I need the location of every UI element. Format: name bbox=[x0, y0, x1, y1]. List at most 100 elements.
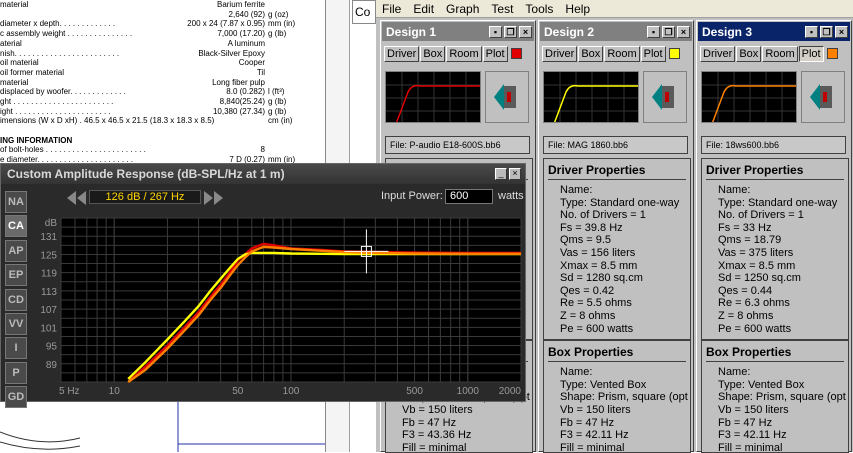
box-property: F3 = 43.36 Hz bbox=[402, 429, 472, 442]
x-tick-label: 100 bbox=[283, 386, 300, 397]
x-tick-label: 500 bbox=[406, 386, 423, 397]
speaker-thumbnail[interactable] bbox=[801, 71, 845, 123]
design-title-bar[interactable]: Design 3 ▪ ❐ × bbox=[698, 22, 850, 41]
thumb-curve bbox=[553, 84, 638, 122]
box-property: Fb = 47 Hz bbox=[560, 416, 615, 429]
plot-color-swatch[interactable] bbox=[668, 48, 680, 59]
speaker-port-icon bbox=[823, 92, 827, 102]
x-tick-label: 5 Hz bbox=[59, 386, 80, 397]
fragment-label: Co bbox=[355, 5, 371, 19]
box-property: F3 = 42.11 Hz bbox=[560, 429, 629, 442]
tab-plot[interactable]: Plot bbox=[482, 45, 508, 62]
plot-color-swatch[interactable] bbox=[826, 48, 838, 59]
divider bbox=[706, 361, 844, 363]
save-icon[interactable]: ▪ bbox=[489, 25, 502, 38]
arrow-right-double-icon[interactable] bbox=[214, 191, 223, 205]
graph-button-vv[interactable]: VV bbox=[5, 312, 27, 335]
menu-edit[interactable]: Edit bbox=[407, 2, 440, 16]
save-icon[interactable]: ▪ bbox=[805, 25, 818, 38]
amplitude-response-chart[interactable]: 89 95 101 107 113 119 125 131 dB 5 Hz 10 50 100 500 10… bbox=[35, 212, 523, 398]
menu-file[interactable]: File bbox=[376, 2, 407, 16]
graph-button-ca[interactable]: CA bbox=[5, 215, 27, 238]
speaker-thumbnail[interactable] bbox=[643, 71, 687, 123]
tab-box[interactable]: Box bbox=[420, 45, 446, 62]
tab-plot[interactable]: Plot bbox=[640, 45, 666, 62]
tab-driver[interactable]: Driver bbox=[700, 45, 736, 62]
doc-heading: ING INFORMATION bbox=[0, 136, 73, 145]
minimize-icon[interactable]: _ bbox=[495, 168, 507, 180]
box-property: Fill = minimal bbox=[402, 441, 467, 453]
design-properties-panel[interactable]: Driver PropertiesName:Type: Standard one… bbox=[701, 158, 849, 453]
driver-property: Fs = 33 Hz bbox=[718, 221, 772, 234]
design-title-bar[interactable]: Design 1 ▪ ❐ × bbox=[382, 22, 534, 41]
driver-property: Vas = 156 liters bbox=[560, 246, 636, 259]
driver-property: Sd = 1280 sq.cm bbox=[560, 272, 643, 285]
speaker-icon bbox=[810, 84, 832, 110]
speaker-port-icon bbox=[665, 92, 669, 102]
arrow-left-double-icon[interactable] bbox=[67, 191, 76, 205]
design-title: Design 3 bbox=[702, 24, 753, 39]
design-properties-panel[interactable]: Driver PropertiesName:Type: Standard one… bbox=[543, 158, 691, 453]
menu-graph[interactable]: Graph bbox=[440, 2, 485, 16]
tab-driver[interactable]: Driver bbox=[384, 45, 420, 62]
y-axis-label: dB bbox=[45, 218, 58, 229]
box-property: Fb = 47 Hz bbox=[718, 416, 773, 429]
divider bbox=[548, 361, 686, 363]
plot-color-swatch[interactable] bbox=[510, 48, 522, 59]
speaker-thumbnail[interactable] bbox=[485, 71, 529, 123]
design-window-2[interactable]: Design 2 ▪ ❐ × Driver Box Room Plot File: MAG 18… bbox=[538, 20, 694, 453]
y-tick-label: 89 bbox=[46, 360, 58, 371]
tab-room[interactable]: Room bbox=[762, 45, 798, 62]
driver-property: No. of Drivers = 1 bbox=[560, 209, 646, 222]
menu-help[interactable]: Help bbox=[559, 2, 596, 16]
y-tick-label: 119 bbox=[41, 269, 57, 280]
tab-plot[interactable]: Plot bbox=[798, 45, 824, 62]
close-icon[interactable]: × bbox=[677, 25, 690, 38]
design-file-name: File: MAG 1860.bb6 bbox=[543, 136, 688, 154]
design-window-3[interactable]: Design 3 ▪ ❐ × Driver Box Room Plot File: 18ws60… bbox=[696, 20, 852, 453]
design-title-bar[interactable]: Design 2 ▪ ❐ × bbox=[540, 22, 692, 41]
graph-button-cd[interactable]: CD bbox=[5, 288, 27, 311]
graph-button-ap[interactable]: AP bbox=[5, 239, 27, 262]
custom-amplitude-response-window[interactable]: Custom Amplitude Response (dB-SPL/Hz at … bbox=[0, 163, 526, 409]
design-file-name: File: P-audio E18-600S.bb6 bbox=[385, 136, 530, 154]
graph-button-p[interactable]: P bbox=[5, 361, 27, 384]
box-property: Name: bbox=[718, 366, 751, 379]
y-tick-label: 107 bbox=[40, 305, 57, 316]
input-power-unit: watts bbox=[498, 190, 524, 202]
restore-icon[interactable]: ❐ bbox=[504, 25, 517, 38]
box-property: Fb = 47 Hz bbox=[402, 416, 457, 429]
restore-icon[interactable]: ❐ bbox=[820, 25, 833, 38]
graph-button-ep[interactable]: EP bbox=[5, 264, 27, 287]
tab-room[interactable]: Room bbox=[446, 45, 482, 62]
save-icon[interactable]: ▪ bbox=[647, 25, 660, 38]
design-tabs: Driver Box Room Plot bbox=[539, 42, 693, 62]
input-power-field[interactable]: 600 bbox=[445, 189, 493, 204]
close-icon[interactable]: × bbox=[835, 25, 848, 38]
graph-button-i[interactable]: I bbox=[5, 337, 27, 360]
restore-icon[interactable]: ❐ bbox=[662, 25, 675, 38]
graph-button-na[interactable]: NA bbox=[5, 191, 27, 213]
drawing-arc bbox=[0, 441, 81, 450]
menu-tools[interactable]: Tools bbox=[519, 2, 559, 16]
design-thumbnail-graph[interactable] bbox=[701, 71, 797, 123]
tab-box[interactable]: Box bbox=[736, 45, 762, 62]
driver-property: Re = 6.3 ohms bbox=[718, 297, 790, 310]
close-icon[interactable]: × bbox=[519, 25, 532, 38]
tab-driver[interactable]: Driver bbox=[542, 45, 578, 62]
menu-test[interactable]: Test bbox=[485, 2, 519, 16]
tab-box[interactable]: Box bbox=[578, 45, 604, 62]
graph-button-gd[interactable]: GD bbox=[5, 386, 27, 409]
arrow-right-icon[interactable] bbox=[204, 191, 213, 205]
tab-room[interactable]: Room bbox=[604, 45, 640, 62]
driver-property: Type: Standard one-way bbox=[718, 196, 838, 209]
car-title[interactable]: Custom Amplitude Response (dB-SPL/Hz at … bbox=[1, 164, 525, 184]
box-properties-header: Box Properties bbox=[706, 345, 792, 360]
design-thumbnail-graph[interactable] bbox=[385, 71, 481, 123]
design-thumbnail-graph[interactable] bbox=[543, 71, 639, 123]
y-tick-label: 131 bbox=[40, 232, 57, 243]
arrow-left-icon[interactable] bbox=[77, 191, 86, 205]
divider bbox=[706, 179, 844, 180]
driver-property: Name: bbox=[718, 184, 751, 196]
close-icon[interactable]: × bbox=[509, 168, 521, 180]
